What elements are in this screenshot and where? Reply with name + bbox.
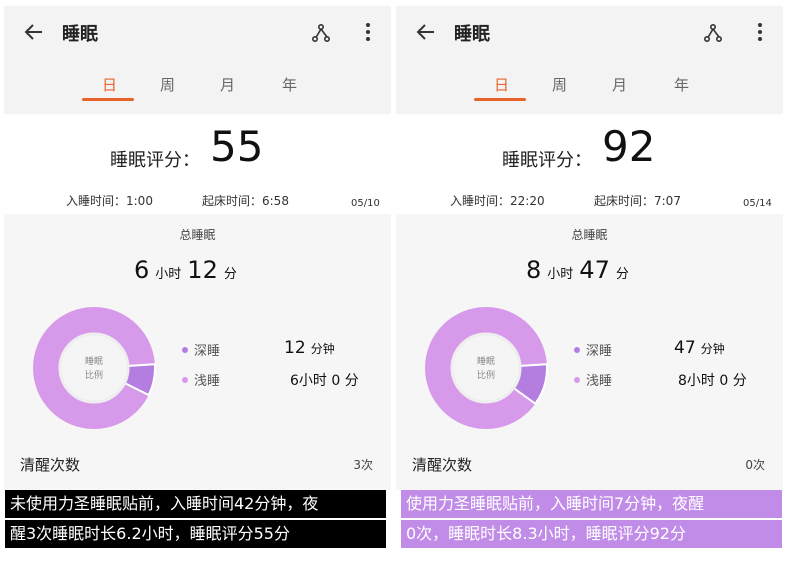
deep-sleep-unit: 分钟 — [700, 342, 725, 356]
wake-count-label: 清醒次数 — [20, 456, 81, 474]
sleep-score: 92 — [602, 122, 656, 171]
sleep-ratio-donut: 睡眠 比例 — [33, 307, 156, 429]
sleep-panel-before: 睡眠 日 周 月 年 睡眠评分： 55 入睡时间：1:00 起床时间：6:58 … — [4, 6, 391, 490]
sleep-score: 55 — [210, 122, 264, 171]
minute-unit: 分 — [615, 267, 629, 282]
more-vertical-icon[interactable] — [356, 20, 380, 44]
wake-count: 3次 — [353, 458, 373, 472]
score-label: 睡眠评分： — [502, 150, 592, 171]
tab-year[interactable]: 年 — [282, 74, 297, 95]
minute-unit: 分 — [223, 267, 237, 282]
total-hours: 8 — [526, 256, 542, 284]
sleep-time: 入睡时间：1:00 — [66, 194, 153, 208]
deep-sleep-dot — [182, 347, 188, 353]
sleep-ratio-donut: 睡眠 比例 — [425, 307, 548, 429]
tab-day[interactable]: 日 — [494, 74, 509, 95]
total-minutes: 12 — [187, 256, 218, 284]
wake-count: 0次 — [745, 458, 765, 472]
tab-week[interactable]: 周 — [160, 74, 175, 95]
tab-year[interactable]: 年 — [674, 74, 689, 95]
tab-day[interactable]: 日 — [102, 74, 117, 95]
light-sleep-label: 浅睡 — [194, 374, 221, 389]
share-icon[interactable] — [701, 20, 725, 44]
total-minutes: 47 — [579, 256, 610, 284]
caption-before-line2: 醒3次睡眠时长6.2小时，睡眠评分55分 — [5, 520, 386, 548]
wake-count-label: 清醒次数 — [412, 456, 473, 474]
deep-sleep-dot — [574, 347, 580, 353]
light-sleep-label: 浅睡 — [586, 374, 613, 389]
caption-after-line1: 使用力圣睡眠贴前，入睡时间7分钟，夜醒 — [401, 490, 782, 518]
tab-indicator — [82, 98, 134, 101]
total-sleep-label: 总睡眠 — [179, 228, 216, 242]
tab-month[interactable]: 月 — [220, 74, 235, 95]
page-title: 睡眠 — [454, 24, 490, 45]
wake-time: 起床时间：7:07 — [594, 194, 681, 208]
deep-sleep-value: 47 分钟 — [674, 338, 725, 358]
tab-week[interactable]: 周 — [552, 74, 567, 95]
tab-indicator — [474, 98, 526, 101]
hour-unit: 小时 — [155, 267, 182, 282]
donut-label-bottom: 比例 — [477, 369, 495, 381]
hour-unit: 小时 — [547, 267, 574, 282]
more-vertical-icon[interactable] — [748, 20, 772, 44]
sleep-panel-after: 睡眠 日 周 月 年 睡眠评分： 92 入睡时间：22:20 起床时间：7:07… — [396, 6, 783, 490]
date: 05/10 — [351, 198, 380, 209]
date: 05/14 — [743, 198, 772, 209]
page-title: 睡眠 — [62, 24, 98, 45]
wake-time: 起床时间：6:58 — [202, 194, 289, 208]
deep-sleep-unit: 分钟 — [310, 342, 335, 356]
back-arrow-icon[interactable] — [22, 20, 46, 44]
donut-label-bottom: 比例 — [85, 369, 103, 381]
sleep-time: 入睡时间：22:20 — [450, 194, 545, 208]
deep-sleep-label: 深睡 — [194, 344, 221, 359]
deep-sleep-number: 47 — [674, 338, 696, 358]
score-label: 睡眠评分： — [110, 150, 200, 171]
light-sleep-value: 8小时 0 分 — [678, 373, 747, 389]
deep-sleep-label: 深睡 — [586, 344, 613, 359]
deep-sleep-number: 12 — [284, 338, 306, 358]
share-icon[interactable] — [309, 20, 333, 44]
light-sleep-value: 6小时 0 分 — [290, 373, 359, 389]
light-sleep-dot — [574, 377, 580, 383]
light-sleep-dot — [182, 377, 188, 383]
total-sleep-label: 总睡眠 — [571, 228, 608, 242]
tab-month[interactable]: 月 — [612, 74, 627, 95]
donut-label-top: 睡眠 — [477, 355, 495, 367]
deep-sleep-value: 12 分钟 — [284, 338, 335, 358]
total-sleep: 6 小时 12 分 — [134, 256, 243, 284]
total-hours: 6 — [134, 256, 150, 284]
back-arrow-icon[interactable] — [414, 20, 438, 44]
caption-before-line1: 未使用力圣睡眠贴前，入睡时间42分钟，夜 — [5, 490, 386, 518]
total-sleep: 8 小时 47 分 — [526, 256, 635, 284]
caption-after-line2: 0次，睡眠时长8.3小时，睡眠评分92分 — [401, 520, 782, 548]
donut-label-top: 睡眠 — [85, 355, 103, 367]
